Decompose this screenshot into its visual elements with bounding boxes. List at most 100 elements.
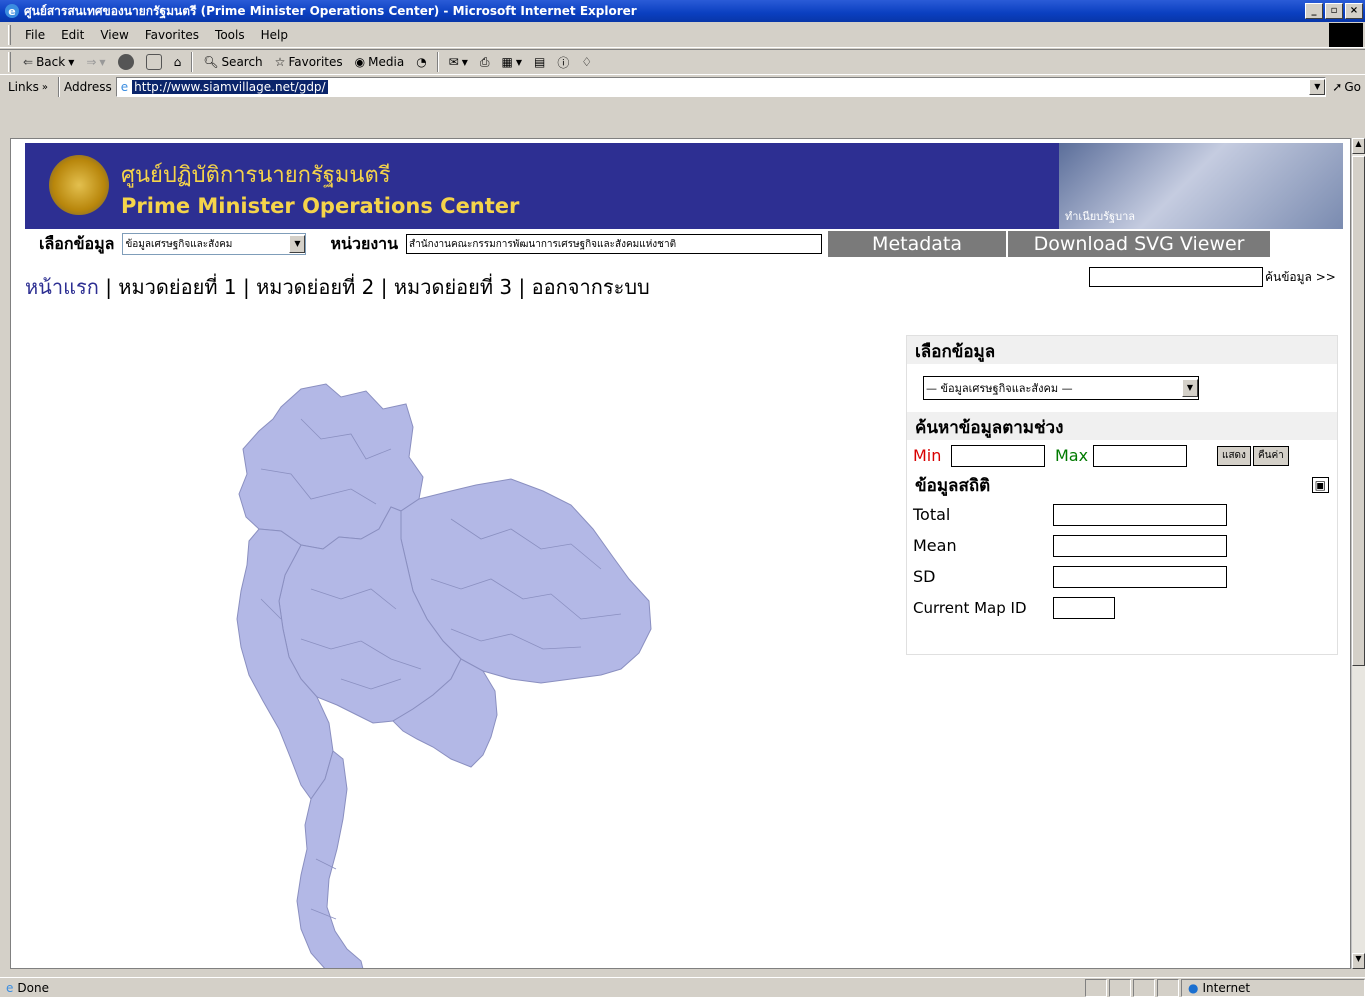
menu-bar: File Edit View Favorites Tools Help (0, 22, 1365, 48)
address-url: http://www.siamvillage.net/gdp/ (132, 80, 328, 94)
window-titlebar: e ศูนย์สารสนเทศของนายกรัฐมนตรี (Prime Mi… (0, 0, 1365, 22)
agency-value: สำนักงานคณะกรรมการพัฒนาการเศรษฐกิจและสัง… (409, 238, 677, 250)
status-cell (1085, 978, 1107, 997)
nav-sub1-link[interactable]: หมวดย่อยที่ 1 (118, 275, 236, 299)
chevron-down-icon[interactable]: ▼ (289, 235, 306, 253)
current-map-id-field[interactable] (1053, 596, 1115, 619)
site-search-input[interactable] (1089, 267, 1263, 287)
globe-icon: ● (1188, 980, 1199, 995)
menu-view[interactable]: View (92, 28, 136, 42)
back-arrow-icon: ⇐ (23, 55, 34, 69)
page-content: ศูนย์ปฏิบัติการนายกรัฐมนตรี Prime Minist… (10, 138, 1351, 969)
favorites-button[interactable]: ☆ Favorites (269, 55, 349, 69)
download-svg-viewer-tab[interactable]: Download SVG Viewer (1008, 231, 1271, 257)
nav-sub3-link[interactable]: หมวดย่อยที่ 3 (394, 275, 512, 299)
metadata-tab[interactable]: Metadata (828, 231, 1007, 257)
address-dropdown-icon[interactable]: ▼ (1309, 79, 1326, 95)
favorites-icon: ☆ (274, 55, 286, 69)
print-icon: ⎙ (479, 54, 490, 69)
discuss-button[interactable]: ▤ (528, 55, 551, 69)
zone-text: Internet (1202, 980, 1251, 995)
thailand-province-map[interactable] (151, 379, 671, 969)
menu-favorites[interactable]: Favorites (137, 28, 207, 42)
agency-field[interactable]: สำนักงานคณะกรรมการพัฒนาการเศรษฐกิจและสัง… (406, 234, 823, 254)
panel-data-select[interactable]: — ข้อมูลเศรษฐกิจและสังคม — ▼ (923, 376, 1199, 400)
show-button[interactable]: แสดง (1217, 445, 1251, 466)
scroll-up-icon[interactable]: ▲ (1352, 138, 1365, 154)
sd-field[interactable] (1053, 565, 1227, 588)
media-icon: ◉ (354, 55, 366, 69)
back-label: Back (36, 55, 66, 69)
nav-divider: | (105, 275, 119, 299)
scroll-down-icon[interactable]: ▼ (1352, 953, 1365, 969)
go-button[interactable]: Go (1344, 80, 1361, 94)
vertical-scrollbar[interactable]: ▲ ▼ (1351, 138, 1365, 969)
reset-button[interactable]: คืนค่า (1252, 445, 1289, 466)
mail-icon: ✉ (448, 55, 459, 69)
ie-icon: e (5, 4, 19, 18)
nav-divider: | (518, 275, 532, 299)
data-select-label: เลือกข้อมูล (39, 233, 115, 253)
chevron-right-icon: » (41, 81, 48, 93)
nav-divider: | (380, 275, 394, 299)
toolbar-grip (8, 24, 11, 45)
panel-data-select-value: — ข้อมูลเศรษฐกิจและสังคม — (926, 382, 1073, 395)
maximize-button[interactable]: ▫ (1325, 3, 1343, 19)
stop-button[interactable] (112, 54, 140, 70)
print-button[interactable]: ⎙ (474, 55, 496, 70)
chevron-down-icon: ▼ (515, 57, 522, 67)
refresh-button[interactable] (140, 54, 168, 70)
home-icon: ⌂ (173, 55, 182, 69)
banner-title-thai: ศูนย์ปฏิบัติการนายกรัฐมนตรี (121, 163, 391, 188)
total-field[interactable] (1053, 503, 1227, 526)
svg-text:e: e (8, 5, 15, 18)
edit-button[interactable]: ▦ ▼ (496, 55, 529, 69)
security-zone: ● Internet (1181, 978, 1365, 997)
close-button[interactable]: × (1345, 3, 1363, 19)
nav-sub2-link[interactable]: หมวดย่อยที่ 2 (256, 275, 374, 299)
mean-field[interactable] (1053, 534, 1227, 557)
address-input[interactable]: e http://www.siamvillage.net/gdp/ ▼ (115, 77, 1327, 97)
menu-file[interactable]: File (17, 28, 53, 42)
menu-tools[interactable]: Tools (207, 28, 253, 42)
media-label: Media (368, 55, 405, 69)
agency-label: หน่วยงาน (330, 233, 399, 253)
current-map-id-label: Current Map ID (913, 598, 1027, 617)
min-input[interactable] (951, 444, 1045, 467)
home-button[interactable]: ⌂ (168, 55, 188, 69)
media-button[interactable]: ◉ Media (349, 55, 411, 69)
forward-arrow-icon: ⇒ (86, 55, 97, 69)
photo-caption: ทำเนียบรัฐบาล (1065, 210, 1136, 223)
nav-links: หน้าแรก | หมวดย่อยที่ 1 | หมวดย่อยที่ 2 … (25, 271, 675, 303)
links-label[interactable]: Links (8, 80, 39, 94)
restore-window-icon[interactable]: ▣ (1311, 477, 1329, 493)
chevron-down-icon[interactable]: ▼ (1182, 379, 1198, 397)
status-cell (1133, 978, 1155, 997)
site-search-link[interactable]: ค้นข้อมูล >> (1265, 268, 1336, 287)
search-button[interactable]: 🔍︎ Search (197, 55, 268, 69)
back-button[interactable]: ⇐ Back ▼ (17, 55, 80, 69)
history-button[interactable]: ◔ (410, 55, 432, 69)
max-input[interactable] (1093, 444, 1187, 467)
nav-logout-link[interactable]: ออกจากระบบ (532, 275, 650, 299)
go-arrow-icon[interactable]: ➚ (1332, 80, 1342, 94)
separator (57, 77, 60, 97)
forward-button[interactable]: ⇒ ▼ (80, 55, 111, 69)
minimize-button[interactable]: _ (1305, 3, 1323, 19)
panel-stats-title: ข้อมูลสถิติ ▣ (907, 471, 1337, 499)
menu-help[interactable]: Help (253, 28, 296, 42)
search-label: Search (221, 55, 263, 69)
separator (436, 52, 439, 72)
data-select[interactable]: ข้อมูลเศรษฐกิจและสังคม ▼ (122, 233, 307, 255)
mail-button[interactable]: ✉ ▼ (443, 55, 474, 69)
menu-edit[interactable]: Edit (53, 28, 92, 42)
scroll-thumb[interactable] (1352, 156, 1365, 666)
banner-title-english: Prime Minister Operations Center (121, 194, 520, 218)
info-button[interactable]: ⓘ (551, 54, 575, 71)
separator (191, 52, 194, 72)
sd-label: SD (913, 567, 936, 586)
nav-home-link[interactable]: หน้าแรก (25, 275, 99, 299)
messenger-button[interactable]: ♢ (575, 55, 598, 69)
nav-divider: | (242, 275, 257, 299)
toolbar: ⇐ Back ▼ ⇒ ▼ ⌂ 🔍︎ Search ☆ Favorites ◉ Media… (0, 49, 1365, 101)
